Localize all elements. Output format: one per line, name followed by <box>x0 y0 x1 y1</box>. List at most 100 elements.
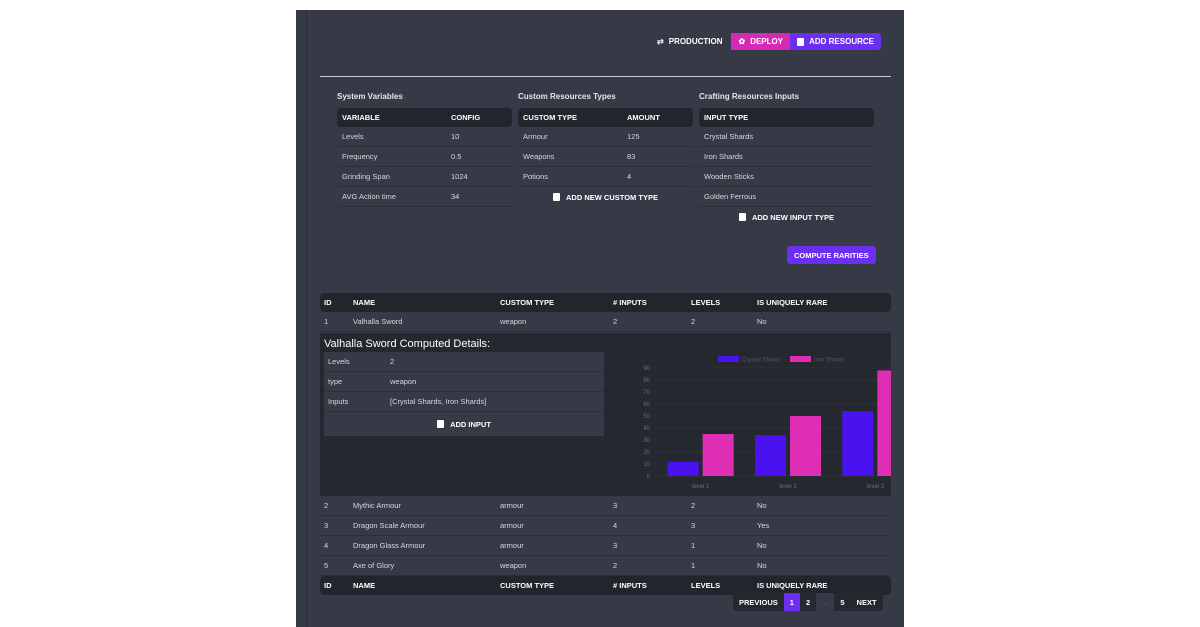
column-header: CONFIG <box>451 113 481 122</box>
table-cell: 1 <box>691 541 696 550</box>
table-row[interactable]: 4 Dragon Glass Armour armour 3 1 No <box>320 536 891 556</box>
compute-rarities-button[interactable]: COMPUTE RARITIES <box>787 246 876 264</box>
detail-value: weapon <box>390 377 417 386</box>
table-cell: CUSTOM TYPE <box>500 581 555 590</box>
detail-label: type <box>328 377 343 386</box>
table-cell: No <box>757 501 767 510</box>
file-add-icon <box>738 213 746 221</box>
table-row: Weapons 83 <box>518 147 693 167</box>
table-row[interactable]: 1 Valhalla Sword weapon 2 2 No <box>320 312 891 332</box>
table-cell: 4 <box>324 541 329 550</box>
table-cell: 3 <box>691 521 696 530</box>
deploy-button[interactable]: ✿ DEPLOY <box>731 33 791 50</box>
y-tick-label: 70 <box>643 390 650 396</box>
table-cell: armour <box>500 501 524 510</box>
bar <box>702 434 734 476</box>
table-cell: 3 <box>324 521 329 530</box>
table-cell: ID <box>324 581 332 590</box>
table-row: Crystal Shards <box>699 127 874 147</box>
table-cell: AVG Action time <box>342 192 397 201</box>
table-cell: # INPUTS <box>613 581 647 590</box>
table-cell: IS UNIQUELY RARE <box>757 298 828 307</box>
add-type-button[interactable]: ADD NEW CUSTOM TYPE <box>518 187 693 207</box>
add-input-button[interactable]: ADD INPUT <box>324 412 604 436</box>
table-cell: weapon <box>500 317 527 326</box>
table-row: AVG Action time 34 <box>337 187 512 207</box>
table-cell: Crystal Shards <box>704 132 754 141</box>
column-header: AMOUNT <box>627 113 660 122</box>
y-tick-label: 20 <box>643 450 650 456</box>
legend-swatch <box>718 356 739 362</box>
detail-row: Levels 2 <box>324 352 604 372</box>
table-cell: armour <box>500 541 524 550</box>
y-tick-label: 30 <box>643 438 650 444</box>
table-cell: Mythic Armour <box>353 501 401 510</box>
custom-types-table: CUSTOM TYPE AMOUNT Armour 125 Weapons 83 Potio… <box>518 108 693 207</box>
file-add-icon <box>437 420 445 428</box>
sidebar-divider <box>306 10 307 627</box>
y-tick-label: 90 <box>643 366 650 372</box>
y-tick-label: 80 <box>643 378 650 384</box>
y-tick-label: 10 <box>643 462 650 468</box>
table-row: Grinding Span 1024 <box>337 167 512 187</box>
add-type-button[interactable]: ADD NEW INPUT TYPE <box>699 207 874 227</box>
table-cell: Golden Ferrous <box>704 192 757 201</box>
table-cell: # INPUTS <box>613 298 647 307</box>
table-cell: No <box>757 561 767 570</box>
y-tick-label: 50 <box>643 414 650 420</box>
column-header: VARIABLE <box>342 113 380 122</box>
table-row[interactable]: 3 Dragon Scale Armour armour 4 3 Yes <box>320 516 891 536</box>
table-row[interactable]: 5 Axe of Glory weapon 2 1 No <box>320 556 891 576</box>
items-table: ID NAME CUSTOM TYPE # INPUTS LEVELS IS UNIQUE… <box>320 293 891 332</box>
table-cell: Dragon Glass Armour <box>353 541 426 550</box>
table-cell: No <box>757 541 767 550</box>
column-header: CUSTOM TYPE <box>523 113 578 122</box>
table-row[interactable]: 2 Mythic Armour armour 3 2 No <box>320 496 891 516</box>
table-cell: 34 <box>451 192 460 201</box>
column-header: INPUT TYPE <box>704 113 749 122</box>
x-tick-label: level 1 <box>692 484 710 490</box>
add-resource-button[interactable]: ADD RESOURCE <box>790 33 881 50</box>
toolbar: ⇄ PRODUCTION ✿ DEPLOY ADD RESOURCE <box>650 33 881 50</box>
page-button[interactable]: ... <box>816 593 835 611</box>
detail-value: 2 <box>390 357 395 366</box>
previous-button[interactable]: PREVIOUS <box>733 593 784 611</box>
bar <box>877 370 891 476</box>
table-cell: LEVELS <box>691 298 721 307</box>
table-cell: Axe of Glory <box>353 561 395 570</box>
table-cell: 3 <box>613 541 618 550</box>
page-button[interactable]: 5 <box>834 593 850 611</box>
x-tick-label: level 2 <box>779 484 797 490</box>
system-variables-table: VARIABLE CONFIG Levels 10 Frequency 0.5 Grindi… <box>337 108 512 207</box>
page-button[interactable]: 2 <box>800 593 816 611</box>
table-row: Wooden Sticks <box>699 167 874 187</box>
y-tick-label: 40 <box>643 426 650 432</box>
file-add-icon <box>553 193 561 201</box>
table-row: Levels 10 <box>337 127 512 147</box>
detail-label: Levels <box>328 357 350 366</box>
table-cell: CUSTOM TYPE <box>500 298 555 307</box>
page-button[interactable]: 1 <box>783 593 800 611</box>
table-cell: 2 <box>691 317 696 326</box>
next-button[interactable]: NEXT <box>851 593 883 611</box>
divider <box>320 76 891 77</box>
table-cell: 1 <box>324 317 329 326</box>
system-variables-title: System Variables <box>337 92 403 101</box>
table-cell: Potions <box>523 172 549 181</box>
table-cell: NAME <box>353 581 376 590</box>
table-cell: 5 <box>324 561 329 570</box>
detail-title: Valhalla Sword Computed Details: <box>324 338 491 350</box>
rocket-icon: ✿ <box>738 37 746 46</box>
bar <box>790 416 821 476</box>
table-row: Golden Ferrous <box>699 187 874 207</box>
table-cell: No <box>757 317 767 326</box>
table-cell: 1024 <box>451 172 468 181</box>
file-add-icon <box>797 37 805 46</box>
production-button[interactable]: ⇄ PRODUCTION <box>650 33 729 50</box>
swap-icon: ⇄ <box>657 37 664 46</box>
table-cell: Iron Shards <box>704 152 743 161</box>
legend-label: Iron Shards <box>814 358 845 364</box>
table-cell: 83 <box>627 152 636 161</box>
table-cell: Yes <box>757 521 770 530</box>
table-cell: 10 <box>451 132 460 141</box>
